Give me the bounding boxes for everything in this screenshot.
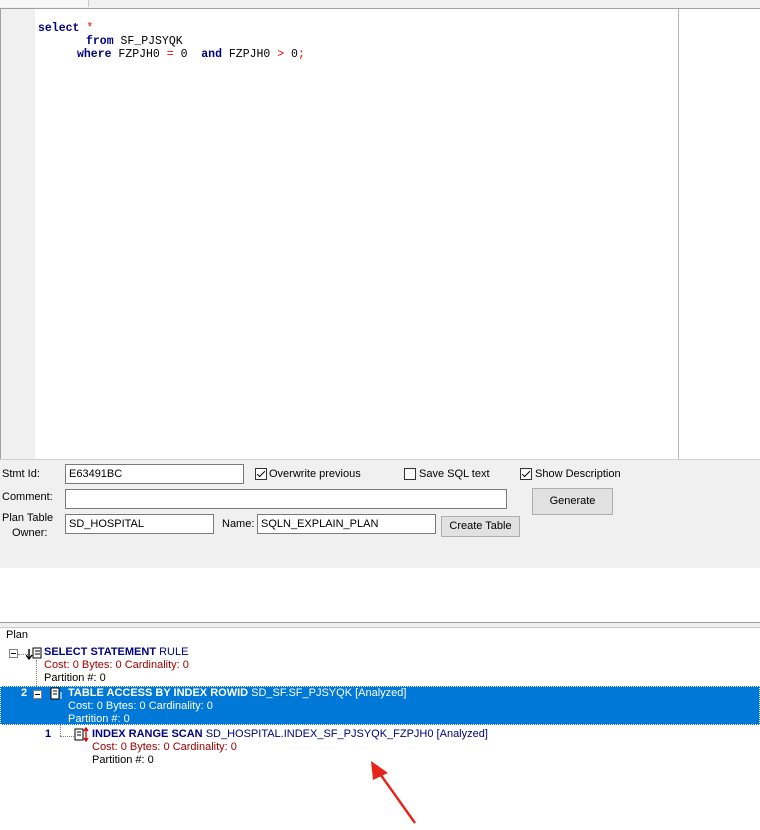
operator-star: * — [86, 22, 94, 35]
stmt-id-label: Stmt Id: — [2, 468, 40, 480]
table-access-icon — [50, 687, 62, 700]
splitter-bottom[interactable] — [0, 622, 760, 628]
select-statement-icon — [26, 647, 42, 661]
column-name: FZPJH0 — [228, 48, 271, 61]
literal-value: 0 — [180, 48, 188, 61]
show-description-checkbox[interactable] — [520, 468, 532, 480]
expand-toggle-icon[interactable] — [33, 690, 42, 699]
plan-node-id: 1 — [45, 728, 52, 740]
save-sql-text-label: Save SQL text — [419, 468, 490, 480]
tree-connector — [60, 736, 74, 737]
save-sql-text-checkbox[interactable] — [404, 468, 416, 480]
show-description-label: Show Description — [535, 468, 621, 480]
code-line-3: where FZPJH0 = 0 and FZPJH0 > 0; — [77, 48, 305, 61]
editor-tab[interactable] — [0, 0, 89, 7]
plan-node-operation[interactable]: INDEX RANGE SCAN SD_HOSPITAL.INDEX_SF_PJ… — [92, 728, 488, 740]
statement-terminator: ; — [297, 48, 305, 61]
keyword-select: select — [38, 22, 80, 35]
plan-header: Plan — [6, 629, 29, 641]
overwrite-previous-checkbox[interactable] — [255, 468, 267, 480]
plan-node-partition: Partition #: 0 — [44, 672, 106, 684]
plan-node-operation[interactable]: SELECT STATEMENT RULE — [44, 646, 188, 658]
index-scan-icon — [74, 727, 89, 743]
annotation-arrow-icon — [371, 761, 416, 824]
column-name: FZPJH0 — [118, 48, 160, 61]
expand-toggle-icon[interactable] — [9, 649, 18, 658]
plan-node-stats: Cost: 0 Bytes: 0 Cardinality: 0 — [44, 659, 189, 671]
literal-value: 0 — [291, 48, 298, 61]
output-area — [0, 568, 760, 623]
table-name: SF_PJSYQK — [120, 35, 183, 48]
operator-equals: = — [166, 48, 174, 61]
plan-node-partition: Partition #: 0 — [92, 754, 154, 766]
comment-input[interactable] — [65, 489, 507, 509]
create-table-button[interactable]: Create Table — [441, 516, 520, 537]
stmt-id-input[interactable]: E63491BC — [65, 464, 244, 484]
operator-greater: > — [277, 48, 285, 61]
plan-node-object: SD_HOSPITAL.INDEX_SF_PJSYQK_FZPJH0 [Anal… — [205, 728, 488, 740]
keyword-where: where — [77, 48, 112, 61]
plan-node-object: SD_SF.SF_PJSYQK [Analyzed] — [251, 687, 407, 699]
code-line-1: select * — [38, 22, 93, 35]
sql-editor[interactable] — [0, 8, 760, 460]
keyword-and: and — [201, 48, 222, 61]
name-label: Name: — [222, 518, 255, 530]
keyword-from: from — [86, 35, 114, 48]
code-line-2: from SF_PJSYQK — [86, 35, 183, 48]
plan-node-stats: Cost: 0 Bytes: 0 Cardinality: 0 — [68, 700, 213, 712]
owner-input[interactable]: SD_HOSPITAL — [65, 514, 214, 534]
owner-label: Owner: — [12, 527, 48, 539]
plan-node-stats: Cost: 0 Bytes: 0 Cardinality: 0 — [92, 741, 237, 753]
editor-right-margin — [678, 9, 679, 459]
tree-connector — [36, 660, 37, 686]
plan-table-label: Plan Table — [2, 512, 54, 524]
overwrite-previous-label: Overwrite previous — [269, 468, 361, 480]
editor-gutter — [1, 9, 35, 459]
comment-label: Comment: — [2, 491, 53, 503]
generate-button[interactable]: Generate — [532, 488, 613, 515]
plan-node-partition: Partition #: 0 — [68, 713, 130, 725]
plan-name-input[interactable]: SQLN_EXPLAIN_PLAN — [257, 514, 436, 534]
tab-strip — [0, 0, 760, 8]
plan-node-operation[interactable]: TABLE ACCESS BY INDEX ROWID SD_SF.SF_PJS… — [68, 687, 406, 699]
plan-node-id: 2 — [21, 687, 28, 699]
plan-node-object: RULE — [159, 646, 189, 658]
